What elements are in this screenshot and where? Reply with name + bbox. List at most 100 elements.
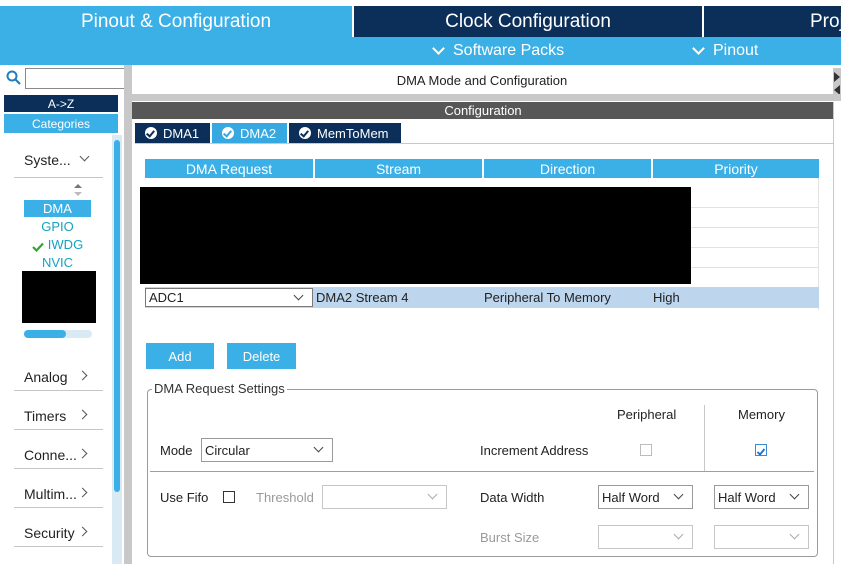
button-label: Add	[168, 348, 192, 364]
categories-button[interactable]: Categories	[4, 114, 118, 133]
tab-memtomem[interactable]: MemToMem	[289, 123, 401, 143]
add-button[interactable]: Add	[146, 343, 214, 369]
software-packs-menu[interactable]: Software Packs	[432, 42, 565, 60]
search-input[interactable]	[25, 68, 125, 89]
chevron-down-icon	[673, 529, 684, 540]
tab-dma1[interactable]: DMA1	[135, 123, 210, 143]
item-label: GPIO	[41, 219, 74, 234]
select-value: ADC1	[149, 290, 184, 305]
sort-label: A->Z	[47, 96, 75, 111]
system-item-dma[interactable]: DMA	[24, 200, 91, 217]
settings-title-text: DMA Request Settings	[154, 381, 285, 396]
delete-button[interactable]: Delete	[227, 343, 296, 369]
horizontal-scrollbar-thumb[interactable]	[24, 330, 66, 338]
tab-label: MemToMem	[317, 125, 389, 141]
memory-header: Memory	[738, 407, 785, 422]
category-label: Analog	[24, 369, 68, 385]
column-header-stream[interactable]: Stream	[315, 159, 482, 178]
memory-burst-size-select[interactable]	[714, 525, 809, 549]
column-label: Stream	[375, 160, 422, 177]
memory-data-width-select[interactable]: Half Word	[714, 485, 809, 509]
use-fifo-label: Use Fifo	[160, 490, 209, 505]
mode-select[interactable]: Circular	[201, 438, 333, 462]
tab-clock-configuration[interactable]: Clock Configuration	[354, 6, 702, 37]
memory-increment-checkbox[interactable]	[755, 444, 767, 456]
configuration-header: Configuration	[132, 102, 834, 119]
category-analog[interactable]: Analog	[24, 369, 68, 385]
peripheral-increment-checkbox[interactable]	[640, 444, 652, 456]
sort-icon[interactable]	[73, 184, 83, 196]
priority-cell: High	[653, 290, 680, 305]
divider	[14, 546, 103, 547]
threshold-select[interactable]	[322, 485, 447, 509]
column-header-dma-request[interactable]: DMA Request	[145, 159, 313, 178]
tab-pinout-configuration[interactable]: Pinout & Configuration	[0, 6, 352, 37]
direction-cell: Peripheral To Memory	[484, 290, 611, 305]
item-label: DMA	[43, 201, 72, 216]
chevron-down-icon	[673, 489, 684, 500]
peripheral-header: Peripheral	[617, 407, 677, 422]
use-fifo-checkbox[interactable]	[223, 491, 235, 503]
separator-bar	[132, 94, 841, 101]
column-label: Direction	[539, 160, 596, 177]
item-label: IWDG	[47, 237, 84, 252]
tab-label: Proj	[810, 10, 841, 32]
check-icon	[756, 448, 766, 456]
column-header-priority[interactable]: Priority	[653, 159, 819, 178]
menu-label: Pinout	[713, 42, 759, 59]
chevron-down-icon	[313, 442, 324, 453]
chevron-down-icon	[692, 42, 705, 55]
category-system-core[interactable]: Syste...	[24, 152, 71, 168]
column-header-direction[interactable]: Direction	[484, 159, 651, 178]
divider	[14, 468, 103, 469]
item-label: NVIC	[41, 255, 74, 270]
system-item-iwdg[interactable]: IWDG	[24, 236, 91, 253]
section-divider	[150, 471, 814, 472]
category-multimedia[interactable]: Multim...	[24, 486, 77, 502]
select-value: Circular	[205, 442, 250, 458]
category-connectivity[interactable]: Conne...	[24, 447, 77, 463]
categories-label: Categories	[31, 116, 91, 131]
sidebar-scrollbar-thumb[interactable]	[114, 140, 120, 492]
threshold-label: Threshold	[256, 490, 314, 505]
burst-size-label: Burst Size	[480, 530, 540, 545]
tab-label: Pinout & Configuration	[80, 10, 272, 32]
category-label: Conne...	[24, 447, 77, 463]
column-label: DMA Request	[185, 160, 273, 177]
redacted-block	[140, 187, 691, 284]
data-width-label: Data Width	[480, 490, 545, 505]
column-divider	[704, 405, 705, 471]
dma-request-select[interactable]: ADC1	[145, 288, 313, 307]
redacted-block	[22, 271, 96, 323]
config-area-right-border	[833, 102, 834, 564]
sort-az-button[interactable]: A->Z	[4, 95, 118, 112]
peripheral-burst-size-select[interactable]	[598, 525, 693, 549]
category-security[interactable]: Security	[24, 525, 75, 541]
configuration-label: Configuration	[444, 103, 522, 118]
divider	[14, 177, 103, 178]
increment-address-label: Increment Address	[480, 443, 589, 458]
category-timers[interactable]: Timers	[24, 408, 66, 424]
menu-label: Software Packs	[453, 42, 565, 59]
check-icon	[32, 240, 44, 252]
category-label: Syste...	[24, 152, 71, 168]
panel-splitter[interactable]	[124, 65, 132, 564]
peripheral-data-width-select[interactable]: Half Word	[598, 485, 693, 509]
tab-dma2[interactable]: DMA2	[212, 123, 287, 143]
system-item-gpio[interactable]: GPIO	[24, 218, 91, 235]
select-value: Half Word	[718, 489, 776, 505]
tab-underline	[135, 143, 833, 144]
system-item-nvic[interactable]: NVIC	[24, 254, 91, 271]
category-label: Security	[24, 525, 75, 541]
check-circle-icon	[222, 127, 234, 139]
pinout-menu[interactable]: Pinout	[692, 42, 759, 60]
search-icon[interactable]	[6, 70, 22, 86]
tab-project-manager[interactable]: Proj	[704, 6, 841, 37]
mode-title: DMA Mode and Configuration	[132, 68, 832, 92]
chevron-down-icon	[293, 290, 304, 301]
mode-label: Mode	[160, 443, 193, 458]
category-label: Multim...	[24, 486, 77, 502]
chevron-down-icon	[789, 529, 800, 540]
tab-label: Clock Configuration	[445, 10, 611, 32]
chevron-down-icon	[427, 489, 438, 500]
